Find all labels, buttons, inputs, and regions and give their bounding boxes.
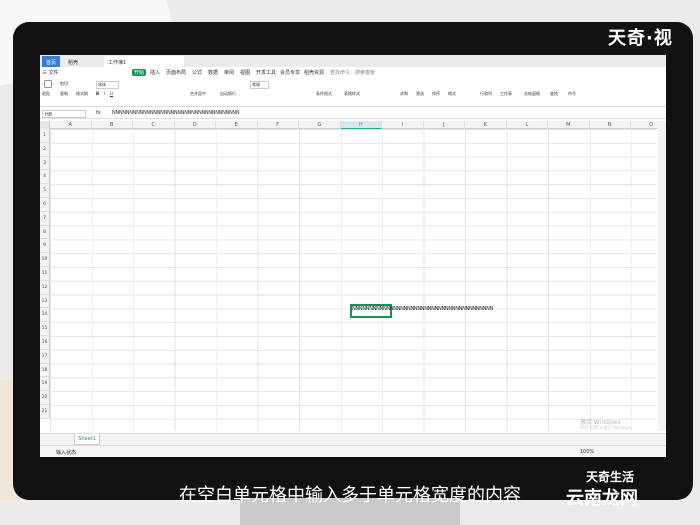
ribbon-toolbar: 粘贴 剪切 复制 格式刷 宋体 B I U 合并居中 自动换行 常规 条件格式 …	[40, 77, 666, 107]
row-header-8[interactable]: 8	[40, 225, 50, 240]
row-header-12[interactable]: 12	[40, 280, 50, 295]
wrap-text-label[interactable]: 自动换行	[220, 91, 236, 97]
column-header-A[interactable]: A	[50, 121, 92, 129]
brand-logo-top: 天奇·视	[608, 28, 673, 49]
column-header-H[interactable]: H	[340, 121, 382, 129]
row-header-3[interactable]: 3	[40, 156, 50, 171]
row-header-18[interactable]: 18	[40, 363, 50, 378]
formula-input[interactable]: NNNNNNNNNNNNNNNNNNNNNNNNNNNNNNNNNNNNN	[112, 110, 240, 116]
video-subtitle: 在空白单元格中输入多于单元格宽度的内容	[179, 485, 521, 506]
row-header-14[interactable]: 14	[40, 308, 50, 323]
conditional-format-label[interactable]: 条件格式	[316, 91, 332, 97]
column-header-M[interactable]: M	[548, 121, 590, 129]
activate-windows-hint: 转到"设置"以激活 Windows。	[580, 425, 635, 430]
cut-label[interactable]: 剪切	[60, 81, 68, 87]
row-header-21[interactable]: 21	[40, 405, 50, 419]
sheet-tab[interactable]: Sheet1	[74, 434, 100, 445]
number-format-select[interactable]: 常规	[250, 81, 269, 89]
status-text: 输入状态	[56, 450, 77, 456]
sum-label[interactable]: 求和	[400, 91, 408, 97]
cells-area[interactable]: NNNNNNNNNNNNNNNNNNNNNNNNNNNNNNNNNNNNNNNN…	[50, 129, 656, 431]
menu-dev[interactable]: 开发工具	[256, 69, 276, 76]
row-header-6[interactable]: 6	[40, 198, 50, 212]
menu-bar: 三 文件 开始 插入 页面布局 公式 数据 审阅 视图 开发工具 会员专享 稻壳…	[40, 67, 666, 77]
format-label[interactable]: 格式	[448, 91, 456, 97]
menu-formula[interactable]: 公式	[192, 69, 202, 76]
row-header-2[interactable]: 2	[40, 142, 50, 157]
paste-label: 粘贴	[42, 91, 50, 96]
row-header-20[interactable]: 20	[40, 391, 50, 405]
column-header-C[interactable]: C	[133, 121, 175, 129]
tab-bar: 首页 稻壳 工作簿1	[40, 55, 666, 67]
menu-layout[interactable]: 页面布局	[166, 69, 186, 76]
row-header-10[interactable]: 10	[40, 253, 50, 267]
column-header-row: ABCDEFGHIJKLMNO	[40, 121, 666, 129]
row-header-9[interactable]: 9	[40, 239, 50, 254]
menu-view[interactable]: 视图	[240, 69, 250, 76]
fx-icon[interactable]: fx	[96, 110, 101, 116]
cell-grid: ABCDEFGHIJKLMNO 1 2 3 4 5 6 7 8 9 10 11 12 13 14 15 16 1…	[40, 121, 666, 431]
column-header-L[interactable]: L	[507, 121, 548, 129]
column-header-J[interactable]: J	[424, 121, 465, 129]
column-header-I[interactable]: I	[382, 121, 424, 129]
tab-home[interactable]: 首页	[42, 56, 61, 67]
font-name-select[interactable]: 宋体	[96, 81, 119, 89]
brand-logo-large: 云南龙网	[566, 488, 638, 509]
column-header-B[interactable]: B	[92, 121, 133, 129]
column-header-N[interactable]: N	[590, 121, 631, 129]
bold-icon[interactable]: B	[96, 91, 99, 96]
table-style-label[interactable]: 表格样式	[344, 91, 360, 97]
row-header-16[interactable]: 16	[40, 336, 50, 350]
tab-workbook[interactable]: 工作簿1	[104, 56, 184, 67]
name-box[interactable]: H8	[42, 110, 86, 118]
row-header-17[interactable]: 17	[40, 349, 50, 364]
column-header-D[interactable]: D	[175, 121, 216, 129]
menu-review[interactable]: 审阅	[224, 69, 234, 76]
merge-center-label[interactable]: 合并居中	[190, 91, 206, 97]
find-label[interactable]: 查找	[550, 91, 558, 97]
search-command[interactable]: 查找命令、搜索模板	[330, 69, 375, 76]
vertical-scrollbar[interactable]	[658, 121, 666, 431]
cell-content: NNNNNNNNNNNNNNNNNNNNNNNNNNNNNNNNNNNNNNNN…	[352, 306, 494, 312]
row-header-1[interactable]: 1	[40, 129, 50, 143]
row-header-5[interactable]: 5	[40, 184, 50, 198]
symbol-label[interactable]: 符号	[568, 91, 576, 97]
row-column-label[interactable]: 行和列	[480, 91, 492, 97]
worksheet-label[interactable]: 工作表	[500, 91, 512, 97]
select-all-corner[interactable]	[40, 121, 50, 129]
menu-docer[interactable]: 稻壳资源	[304, 69, 324, 76]
column-header-G[interactable]: G	[299, 121, 341, 129]
row-header-7[interactable]: 7	[40, 211, 50, 226]
underline-icon[interactable]: U	[110, 91, 113, 96]
menu-member[interactable]: 会员专享	[280, 69, 300, 76]
brand-logo-small: 天奇生活	[586, 470, 635, 484]
menu-data[interactable]: 数据	[208, 69, 218, 76]
column-header-F[interactable]: F	[258, 121, 299, 129]
format-painter-label[interactable]: 格式刷	[76, 91, 88, 97]
row-header-4[interactable]: 4	[40, 170, 50, 185]
column-header-E[interactable]: E	[216, 121, 258, 129]
tab-docer[interactable]: 稻壳	[64, 56, 82, 67]
filter-label[interactable]: 筛选	[416, 91, 424, 97]
zoom-level[interactable]: 100%	[580, 449, 594, 455]
row-header-13[interactable]: 13	[40, 294, 50, 309]
formula-bar: H8 fx NNNNNNNNNNNNNNNNNNNNNNNNNNNNNNNNNN…	[40, 109, 666, 119]
sheet-tab-bar: Sheet1	[40, 433, 666, 445]
copy-label[interactable]: 复制	[60, 91, 68, 97]
italic-icon[interactable]: I	[104, 91, 105, 96]
row-header-15[interactable]: 15	[40, 322, 50, 336]
sort-label[interactable]: 排序	[432, 91, 440, 97]
paste-icon[interactable]	[44, 80, 52, 88]
status-bar: 输入状态 100%	[40, 445, 666, 457]
freeze-panes-label[interactable]: 冻结窗格	[524, 91, 540, 97]
menu-insert[interactable]: 插入	[150, 69, 160, 76]
menu-home[interactable]: 开始	[132, 69, 147, 76]
column-header-K[interactable]: K	[465, 121, 507, 129]
row-header-19[interactable]: 19	[40, 377, 50, 392]
spreadsheet-window: 首页 稻壳 工作簿1 三 文件 开始 插入 页面布局 公式 数据 审阅 视图 开…	[40, 55, 666, 457]
menu-file[interactable]: 三 文件	[42, 69, 59, 76]
row-header-11[interactable]: 11	[40, 267, 50, 281]
